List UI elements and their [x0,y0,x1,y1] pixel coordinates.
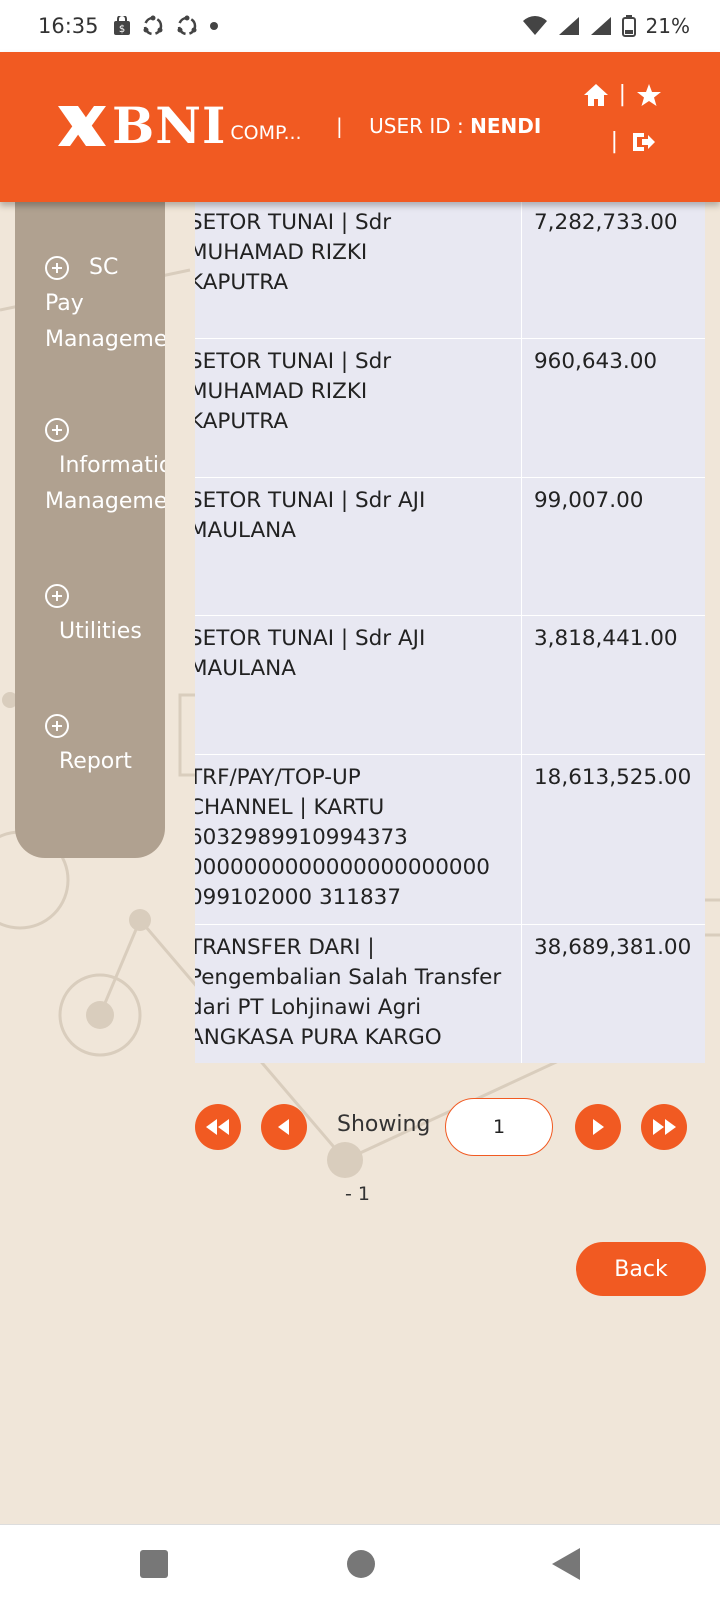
header-separator: | [336,114,343,138]
transaction-description: SETOR TUNAI | Sdr AJI MAULANA [195,616,522,754]
user-id-display: | USER ID : NENDI [336,114,541,138]
logout-icon[interactable] [630,130,656,154]
svg-text:$: $ [118,24,124,35]
transaction-description: SETOR TUNAI | Sdr MUHAMAD RIZKI KAPUTRA [195,339,522,477]
transaction-amount: 3,818,441.00 [534,626,678,651]
battery-icon [621,15,636,37]
transaction-description: TRF/PAY/TOP-UP CHANNEL | KARTU 603298991… [195,755,522,924]
home-icon[interactable] [583,83,609,107]
header-icon-separator: | [610,129,618,154]
first-page-button[interactable] [195,1104,241,1150]
sidebar-item-information-management[interactable]: Information Management [45,412,165,520]
sync-icon [143,15,163,36]
previous-page-button[interactable] [261,1104,307,1150]
user-id-value: NENDI [470,114,542,138]
sidebar-menu: SC Pay Management Information Management… [15,200,165,858]
chevron-right-icon [593,1119,604,1135]
expand-plus-icon [45,584,69,608]
system-icons: 21% [522,14,690,38]
last-page-button[interactable] [641,1104,687,1150]
sidebar-item-utilities[interactable]: Utilities [45,578,165,650]
system-navigation-bar [0,1524,720,1600]
notification-icons: $ [113,14,219,38]
sync-icon [177,15,197,36]
transactions-table: SETOR TUNAI | Sdr MUHAMAD RIZKI KAPUTRA … [195,200,705,1063]
transaction-amount: 960,643.00 [534,349,658,374]
transaction-amount: 7,282,733.00 [534,210,678,235]
transaction-amount: 38,689,381.00 [534,935,692,960]
sidebar-item-sc-pay-management[interactable]: SC Pay Management [45,250,165,358]
pagination: Showing 1 [195,1098,695,1164]
transaction-description: SETOR TUNAI | Sdr MUHAMAD RIZKI KAPUTRA [195,200,522,338]
app-name: COMP... [230,122,302,144]
table-row: TRANSFER DARI | Pengembalian Salah Trans… [195,925,705,1063]
page-number-input[interactable]: 1 [445,1098,553,1156]
recents-button[interactable] [140,1550,168,1578]
transaction-description: TRANSFER DARI | Pengembalian Salah Trans… [195,925,522,1063]
user-id-label: USER ID : [369,114,464,138]
header-actions: | | [583,82,662,154]
app-header: BNI COMP... | USER ID : NENDI | | [0,52,720,202]
home-button[interactable] [347,1550,375,1578]
page-range: - 1 [345,1183,370,1205]
showing-label: Showing [337,1112,431,1137]
signal-icon [558,17,579,35]
dot-icon [209,22,218,30]
table-row: SETOR TUNAI | Sdr MUHAMAD RIZKI KAPUTRA … [195,200,705,339]
star-icon[interactable] [636,83,662,107]
status-time: 16:35 [38,14,99,38]
signal-icon [590,17,611,35]
expand-plus-icon [45,714,69,738]
chevron-left-icon [278,1119,289,1135]
table-row: SETOR TUNAI | Sdr MUHAMAD RIZKI KAPUTRA … [195,339,705,478]
transaction-description: SETOR TUNAI | Sdr AJI MAULANA [195,478,522,615]
logo-text: BNI [112,96,227,155]
status-bar: 16:35 $ 21% [0,0,720,52]
next-page-button[interactable] [575,1104,621,1150]
transaction-amount: 18,613,525.00 [534,765,692,790]
expand-plus-icon [45,418,69,442]
wifi-icon [522,16,547,35]
bni-emblem-icon [58,106,106,146]
header-icon-separator: | [618,82,626,107]
battery-level: 21% [645,14,690,38]
table-row: SETOR TUNAI | Sdr AJI MAULANA 3,818,441.… [195,616,705,755]
transaction-amount: 99,007.00 [534,488,644,513]
table-row: TRF/PAY/TOP-UP CHANNEL | KARTU 603298991… [195,755,705,925]
shopping-bag-icon: $ [113,16,130,35]
expand-plus-icon [45,256,69,280]
sidebar-item-report[interactable]: Report [45,708,165,780]
table-row: SETOR TUNAI | Sdr AJI MAULANA 99,007.00 [195,478,705,616]
back-nav-button[interactable] [552,1548,580,1580]
double-chevron-left-icon [206,1119,229,1135]
back-button[interactable]: Back [576,1242,706,1296]
bni-logo: BNI COMP... [56,96,302,155]
double-chevron-right-icon [653,1119,676,1135]
